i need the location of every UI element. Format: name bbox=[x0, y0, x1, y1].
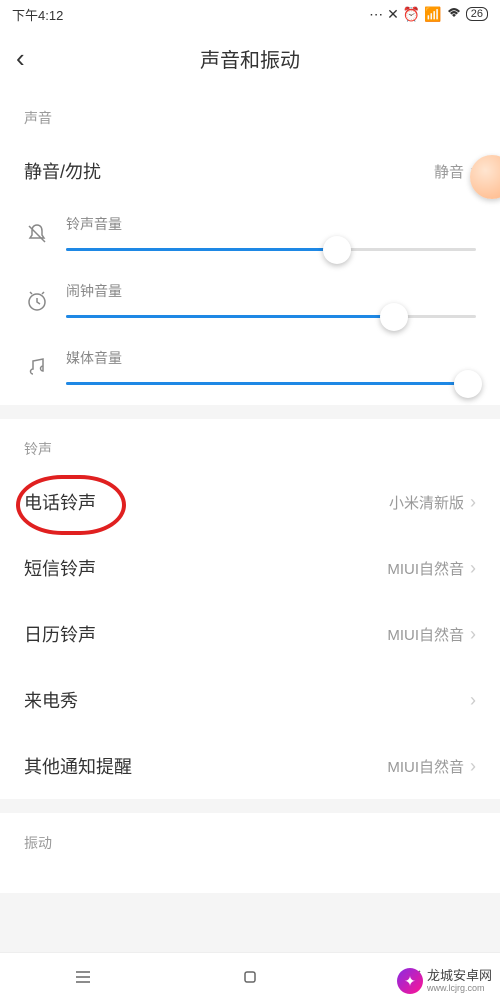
other-value: MIUI自然音 › bbox=[387, 756, 476, 777]
chevron-right-icon: › bbox=[470, 492, 476, 513]
slider-thumb[interactable] bbox=[380, 303, 408, 331]
watermark-logo-icon: ✦ bbox=[397, 968, 423, 994]
phone-ringtone-label: 电话铃声 bbox=[24, 489, 96, 515]
alarm-icon: ⏰ bbox=[403, 6, 420, 23]
sms-ringtone-value: MIUI自然音 › bbox=[387, 558, 476, 579]
back-button[interactable]: ‹ bbox=[16, 43, 46, 74]
watermark-text: 龙城安卓网 bbox=[427, 969, 492, 983]
row-other-notification[interactable]: 其他通知提醒 MIUI自然音 › bbox=[0, 733, 500, 799]
calendar-ringtone-label: 日历铃声 bbox=[24, 621, 96, 647]
nav-home-icon[interactable] bbox=[240, 967, 260, 987]
chevron-right-icon: › bbox=[470, 558, 476, 579]
slider-ringtone-label: 铃声音量 bbox=[66, 214, 476, 234]
calendar-ringtone-value: MIUI自然音 › bbox=[387, 624, 476, 645]
status-bar: 下午4:12 ⋯ ✕ ⏰ 📶 26 bbox=[0, 0, 500, 28]
row-sms-ringtone[interactable]: 短信铃声 MIUI自然音 › bbox=[0, 535, 500, 601]
row-phone-ringtone[interactable]: 电话铃声 小米清新版 › bbox=[0, 469, 500, 535]
dnd-icon: ✕ bbox=[387, 6, 399, 23]
section-ringtone-title: 铃声 bbox=[0, 419, 500, 469]
status-time: 下午4:12 bbox=[12, 5, 63, 24]
slider-media[interactable]: 媒体音量 bbox=[0, 338, 500, 405]
watermark: ✦ 龙城安卓网 www.lcjrg.com bbox=[397, 968, 492, 994]
clock-icon bbox=[24, 288, 50, 314]
dots-icon: ⋯ bbox=[369, 6, 383, 23]
section-vibration-title: 振动 bbox=[0, 813, 500, 863]
slider-media-label: 媒体音量 bbox=[66, 348, 476, 368]
sms-ringtone-label: 短信铃声 bbox=[24, 555, 96, 581]
battery-icon: 26 bbox=[466, 7, 488, 21]
signal-icon: 📶 bbox=[424, 6, 441, 23]
other-label: 其他通知提醒 bbox=[24, 753, 132, 779]
status-icons: ⋯ ✕ ⏰ 📶 26 bbox=[369, 6, 488, 23]
slider-ringtone-track[interactable] bbox=[66, 248, 476, 251]
row-silent-dnd[interactable]: 静音/勿扰 静音 › bbox=[0, 138, 500, 204]
phone-ringtone-value: 小米清新版 › bbox=[389, 492, 476, 513]
slider-alarm-label: 闹钟音量 bbox=[66, 281, 476, 301]
slider-alarm-track[interactable] bbox=[66, 315, 476, 318]
chevron-right-icon: › bbox=[470, 690, 476, 711]
chevron-right-icon: › bbox=[470, 756, 476, 777]
silent-label: 静音/勿扰 bbox=[24, 158, 101, 184]
nav-menu-icon[interactable] bbox=[73, 967, 93, 987]
slider-thumb[interactable] bbox=[454, 370, 482, 398]
chevron-right-icon: › bbox=[470, 624, 476, 645]
callshow-label: 来电秀 bbox=[24, 687, 78, 713]
bell-off-icon bbox=[24, 221, 50, 247]
page-title: 声音和振动 bbox=[200, 44, 300, 73]
slider-ringtone[interactable]: 铃声音量 bbox=[0, 204, 500, 271]
callshow-value: › bbox=[470, 690, 476, 711]
section-sound-title: 声音 bbox=[0, 88, 500, 138]
row-callshow[interactable]: 来电秀 › bbox=[0, 667, 500, 733]
slider-media-track[interactable] bbox=[66, 382, 476, 385]
row-calendar-ringtone[interactable]: 日历铃声 MIUI自然音 › bbox=[0, 601, 500, 667]
slider-thumb[interactable] bbox=[323, 236, 351, 264]
music-icon bbox=[24, 355, 50, 381]
watermark-url: www.lcjrg.com bbox=[427, 983, 492, 993]
slider-alarm[interactable]: 闹钟音量 bbox=[0, 271, 500, 338]
wifi-icon bbox=[446, 6, 462, 22]
header: ‹ 声音和振动 bbox=[0, 28, 500, 88]
